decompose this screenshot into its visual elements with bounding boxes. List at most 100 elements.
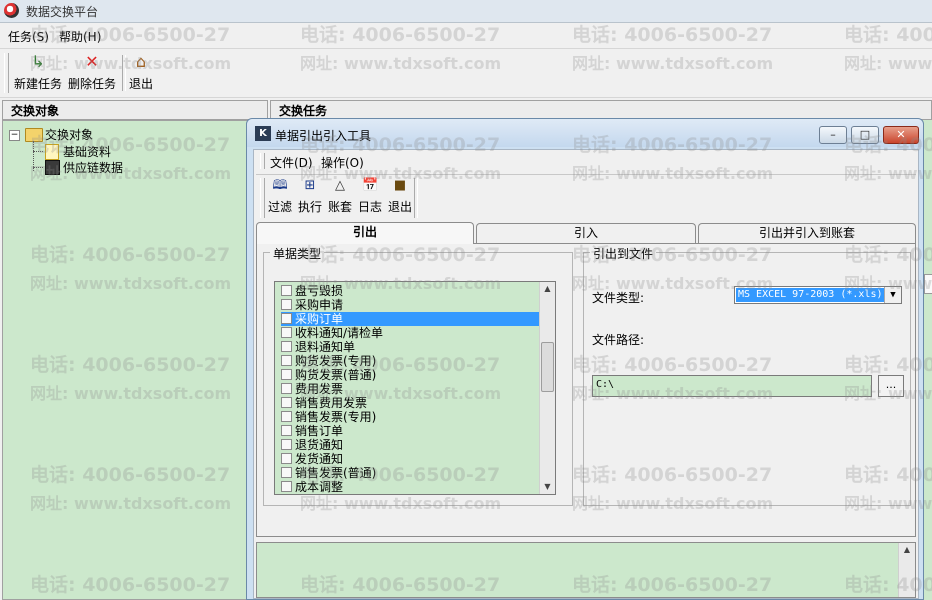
calendar-icon: 📅 xyxy=(362,178,379,193)
exit-button[interactable]: ⌂ 退出 xyxy=(126,53,156,93)
doc-type-group: 单据类型 成本调整 销售发票(普通) 发货通知 退货通知 销售订单 销售发票(专用) 销售费… xyxy=(263,245,573,506)
browse-button[interactable]: ... xyxy=(878,375,904,397)
ledger-button[interactable]: △ 账套 xyxy=(326,178,354,220)
doc-type-item[interactable]: 费用发票 xyxy=(281,382,547,396)
minimize-button[interactable]: – xyxy=(819,126,847,144)
doc-type-item[interactable]: 盘亏毁损 xyxy=(281,284,547,298)
export-tab-page: 单据类型 成本调整 销售发票(普通) 发货通知 退货通知 销售订单 销售发票(专用) 销售费… xyxy=(256,243,916,537)
tree-connector xyxy=(33,167,43,168)
checkbox[interactable] xyxy=(281,299,292,310)
database-icon xyxy=(45,160,60,175)
new-task-button[interactable]: ↳ 新建任务 xyxy=(12,53,64,93)
tab-export-and-import[interactable]: 引出并引入到账套 xyxy=(698,223,916,243)
list-scrollbar[interactable]: ▲ ▼ xyxy=(539,282,555,494)
doc-type-item[interactable]: 销售订单 xyxy=(281,424,547,438)
doc-type-item[interactable]: 购货发票(普通) xyxy=(281,368,547,382)
main-toolbar: ↳ 新建任务 ✕ 删除任务 ⌂ 退出 xyxy=(0,48,932,98)
delete-task-button[interactable]: ✕ 删除任务 xyxy=(66,53,118,93)
tree-collapse-toggle[interactable]: − xyxy=(9,130,20,141)
tree-item-supply-chain[interactable]: 供应链数据 xyxy=(63,160,123,176)
tree-item-basic-data[interactable]: 基础资料 xyxy=(63,144,111,160)
scroll-down-arrow[interactable]: ▼ xyxy=(540,480,555,494)
checkbox[interactable] xyxy=(281,355,292,366)
doc-type-label: 单据类型 xyxy=(270,245,325,262)
right-panel-header: 交换任务 xyxy=(270,100,932,120)
checkbox[interactable] xyxy=(281,467,292,478)
log-output-area[interactable]: ▲ xyxy=(256,542,916,598)
checkbox[interactable] xyxy=(281,285,292,296)
checkbox[interactable] xyxy=(281,439,292,450)
doc-type-item-label: 盘亏毁损 xyxy=(295,284,344,298)
tab-import[interactable]: 引入 xyxy=(476,223,696,243)
menu-divider xyxy=(256,174,916,175)
main-menubar: 任务(S) 帮助(H) xyxy=(0,24,932,46)
doc-type-item-label: 收料通知/请检单 xyxy=(295,326,384,340)
doc-type-item[interactable]: 销售费用发票 xyxy=(281,396,547,410)
doc-type-item-label: 费用发票 xyxy=(295,382,344,396)
book-icon: 🕮 xyxy=(272,178,288,193)
execute-button[interactable]: ⊞ 执行 xyxy=(296,178,324,220)
doc-type-item[interactable]: 购货发票(专用) xyxy=(281,354,547,368)
dialog-menu-file[interactable]: 文件(D) xyxy=(270,154,313,171)
doc-type-item[interactable]: 退货通知 xyxy=(281,438,547,452)
delete-icon: ✕ xyxy=(85,52,99,71)
import-export-dialog: K 单据引出引入工具 – □ ✕ 文件(D) 操作(O) 🕮 过滤 ⊞ 执行 △… xyxy=(246,118,924,600)
right-panel-tab-stub[interactable] xyxy=(924,274,932,294)
ledger-label: 账套 xyxy=(327,200,352,214)
file-type-select[interactable]: MS EXCEL 97-2003 (*.xls) ▼ xyxy=(734,286,902,304)
tab-export[interactable]: 引出 xyxy=(256,222,474,244)
checkbox[interactable] xyxy=(281,453,292,464)
scroll-up-arrow[interactable]: ▲ xyxy=(540,282,555,296)
checkbox[interactable] xyxy=(281,411,292,422)
menu-help[interactable]: 帮助(H) xyxy=(59,28,101,45)
chevron-down-icon[interactable]: ▼ xyxy=(884,287,901,303)
log-scroll-up-arrow[interactable]: ▲ xyxy=(899,543,915,557)
scroll-thumb[interactable] xyxy=(541,342,554,392)
checkbox[interactable] xyxy=(281,397,292,408)
doc-type-item[interactable]: 销售发票(专用) xyxy=(281,410,547,424)
home-icon: ⌂ xyxy=(135,52,147,71)
dialog-exit-button[interactable]: ■ 退出 xyxy=(386,178,414,220)
doc-type-item[interactable]: 成本调整 xyxy=(281,480,547,494)
dialog-title: 单据引出引入工具 xyxy=(275,129,372,143)
checkbox[interactable] xyxy=(281,383,292,394)
log-label: 日志 xyxy=(357,200,382,214)
new-task-label: 新建任务 xyxy=(13,77,62,91)
doc-type-item[interactable]: 采购订单 xyxy=(281,312,547,326)
filter-label: 过滤 xyxy=(267,200,292,214)
checkbox[interactable] xyxy=(281,425,292,436)
new-task-icon: ↳ xyxy=(31,52,45,71)
file-path-input[interactable]: C:\ xyxy=(592,375,872,397)
checkbox[interactable] xyxy=(281,369,292,380)
checkbox[interactable] xyxy=(281,341,292,352)
menu-task[interactable]: 任务(S) xyxy=(8,28,49,45)
tree-root[interactable]: 交换对象 xyxy=(45,127,93,143)
dialog-app-icon: K xyxy=(255,126,271,141)
toolbar-grip[interactable] xyxy=(4,53,9,93)
doc-type-item[interactable]: 发货通知 xyxy=(281,452,547,466)
checkbox[interactable] xyxy=(281,481,292,492)
file-type-value: MS EXCEL 97-2003 (*.xls) xyxy=(736,288,885,302)
file-type-label: 文件类型: xyxy=(592,291,645,305)
doc-type-item[interactable]: 退料通知单 xyxy=(281,340,547,354)
exchange-object-tree: − 交换对象 基础资料 供应链数据 xyxy=(2,120,268,600)
doc-type-item-label: 购货发票(专用) xyxy=(295,354,377,368)
doc-type-item[interactable]: 采购申请 xyxy=(281,298,547,312)
checkbox[interactable] xyxy=(281,327,292,338)
dialog-toolbar-grip xyxy=(260,178,265,218)
document-icon xyxy=(45,144,59,160)
checkbox[interactable] xyxy=(281,313,292,324)
log-scrollbar[interactable]: ▲ xyxy=(898,543,915,597)
doc-type-item-label: 采购订单 xyxy=(295,312,344,326)
execute-label: 执行 xyxy=(297,200,322,214)
doc-type-item-label: 销售发票(普通) xyxy=(295,466,377,480)
filter-button[interactable]: 🕮 过滤 xyxy=(266,178,294,220)
log-button[interactable]: 📅 日志 xyxy=(356,178,384,220)
dialog-menu-operate[interactable]: 操作(O) xyxy=(321,154,364,171)
doc-type-item[interactable]: 收料通知/请检单 xyxy=(281,326,547,340)
doc-type-item[interactable]: 销售发票(普通) xyxy=(281,466,547,480)
maximize-button[interactable]: □ xyxy=(851,126,879,144)
close-button[interactable]: ✕ xyxy=(883,126,919,144)
doc-type-list[interactable]: 成本调整 销售发票(普通) 发货通知 退货通知 销售订单 销售发票(专用) 销售费用发票 费用… xyxy=(274,281,556,495)
dialog-titlebar[interactable]: K 单据引出引入工具 – □ ✕ xyxy=(247,119,923,147)
